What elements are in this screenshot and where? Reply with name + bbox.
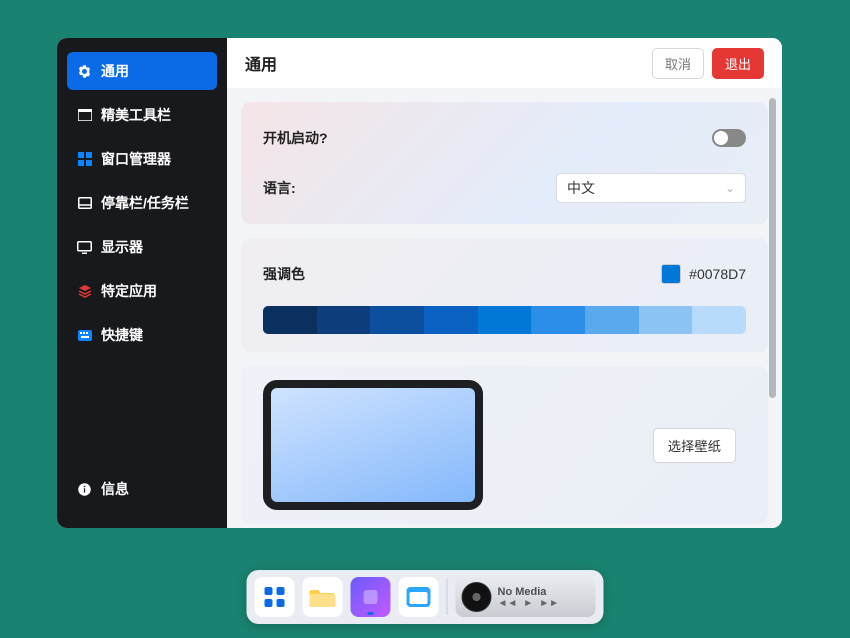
sidebar-item-shortcuts[interactable]: 快捷键 <box>67 316 217 354</box>
sidebar-item-dock[interactable]: 停靠栏/任务栏 <box>67 184 217 222</box>
dock-media-widget[interactable]: No Media ◄◄ ► ►► <box>456 577 596 617</box>
accent-swatch[interactable] <box>478 306 532 334</box>
gear-icon <box>77 64 92 79</box>
sidebar-item-general[interactable]: 通用 <box>67 52 217 90</box>
exit-button[interactable]: 退出 <box>712 48 764 79</box>
accent-chip <box>661 264 681 284</box>
sidebar-item-label: 通用 <box>101 61 129 81</box>
card-accent-color: 强调色 #0078D7 <box>241 238 768 352</box>
accent-swatch[interactable] <box>424 306 478 334</box>
accent-swatch[interactable] <box>531 306 585 334</box>
sidebar: 通用 精美工具栏 窗口管理器 停靠栏/任务栏 显示器 特定应用 快捷键 <box>57 38 227 528</box>
dock-icon <box>77 196 92 211</box>
chevron-down-icon: ⌄ <box>725 181 735 195</box>
page-title: 通用 <box>245 51 277 75</box>
startup-toggle[interactable] <box>712 129 746 147</box>
accent-swatch[interactable] <box>585 306 639 334</box>
media-title: No Media <box>498 586 560 598</box>
card-startup-language: 开机启动? 语言: 中文 ⌄ <box>241 102 768 224</box>
card-wallpaper: 选择壁纸 <box>241 366 768 524</box>
sidebar-item-specific-apps[interactable]: 特定应用 <box>67 272 217 310</box>
dock-separator <box>447 579 448 615</box>
play-icon[interactable]: ► <box>523 598 533 609</box>
accent-swatch[interactable] <box>317 306 371 334</box>
layers-icon <box>77 284 92 299</box>
cancel-button[interactable]: 取消 <box>652 48 704 79</box>
accent-swatch[interactable] <box>263 306 317 334</box>
accent-swatch[interactable] <box>639 306 693 334</box>
media-controls: ◄◄ ► ►► <box>498 598 560 609</box>
window-icon <box>77 108 92 123</box>
sidebar-item-toolbar[interactable]: 精美工具栏 <box>67 96 217 134</box>
dock-active-indicator <box>368 612 374 615</box>
info-icon <box>77 482 92 497</box>
language-label: 语言: <box>263 178 296 198</box>
language-select[interactable]: 中文 ⌄ <box>556 173 746 203</box>
dock-app-launcher[interactable] <box>255 577 295 617</box>
accent-swatch-strip[interactable] <box>263 306 746 334</box>
dock-app-files[interactable] <box>303 577 343 617</box>
settings-window: 通用 精美工具栏 窗口管理器 停靠栏/任务栏 显示器 特定应用 快捷键 <box>57 38 782 528</box>
sidebar-item-label: 停靠栏/任务栏 <box>101 193 189 213</box>
choose-wallpaper-button[interactable]: 选择壁纸 <box>653 428 736 463</box>
sidebar-item-label: 窗口管理器 <box>101 149 171 169</box>
accent-swatch[interactable] <box>692 306 746 334</box>
accent-label: 强调色 <box>263 264 305 284</box>
dock-app-browser[interactable] <box>399 577 439 617</box>
keyboard-icon <box>77 328 92 343</box>
disc-icon <box>462 582 492 612</box>
content-scroll[interactable]: 开机启动? 语言: 中文 ⌄ 强调色 <box>227 88 782 528</box>
main-panel: 通用 取消 退出 开机启动? 语言: 中文 ⌄ <box>227 38 782 528</box>
sidebar-item-display[interactable]: 显示器 <box>67 228 217 266</box>
wallpaper-preview <box>263 380 483 510</box>
sidebar-item-label: 快捷键 <box>101 325 143 345</box>
sidebar-item-label: 显示器 <box>101 237 143 257</box>
header: 通用 取消 退出 <box>227 38 782 88</box>
language-value: 中文 <box>567 178 595 198</box>
dock-app-settings[interactable] <box>351 577 391 617</box>
monitor-icon <box>77 240 92 255</box>
accent-swatch[interactable] <box>370 306 424 334</box>
sidebar-item-window-manager[interactable]: 窗口管理器 <box>67 140 217 178</box>
startup-label: 开机启动? <box>263 128 328 148</box>
dock: No Media ◄◄ ► ►► <box>247 570 604 624</box>
sidebar-item-info[interactable]: 信息 <box>67 470 217 508</box>
sidebar-item-label: 特定应用 <box>101 281 157 301</box>
prev-icon[interactable]: ◄◄ <box>498 598 518 609</box>
next-icon[interactable]: ►► <box>539 598 559 609</box>
scrollbar-thumb[interactable] <box>769 98 776 398</box>
grid-icon <box>77 152 92 167</box>
accent-value: #0078D7 <box>689 266 746 282</box>
sidebar-item-label: 信息 <box>101 479 129 499</box>
sidebar-item-label: 精美工具栏 <box>101 105 171 125</box>
